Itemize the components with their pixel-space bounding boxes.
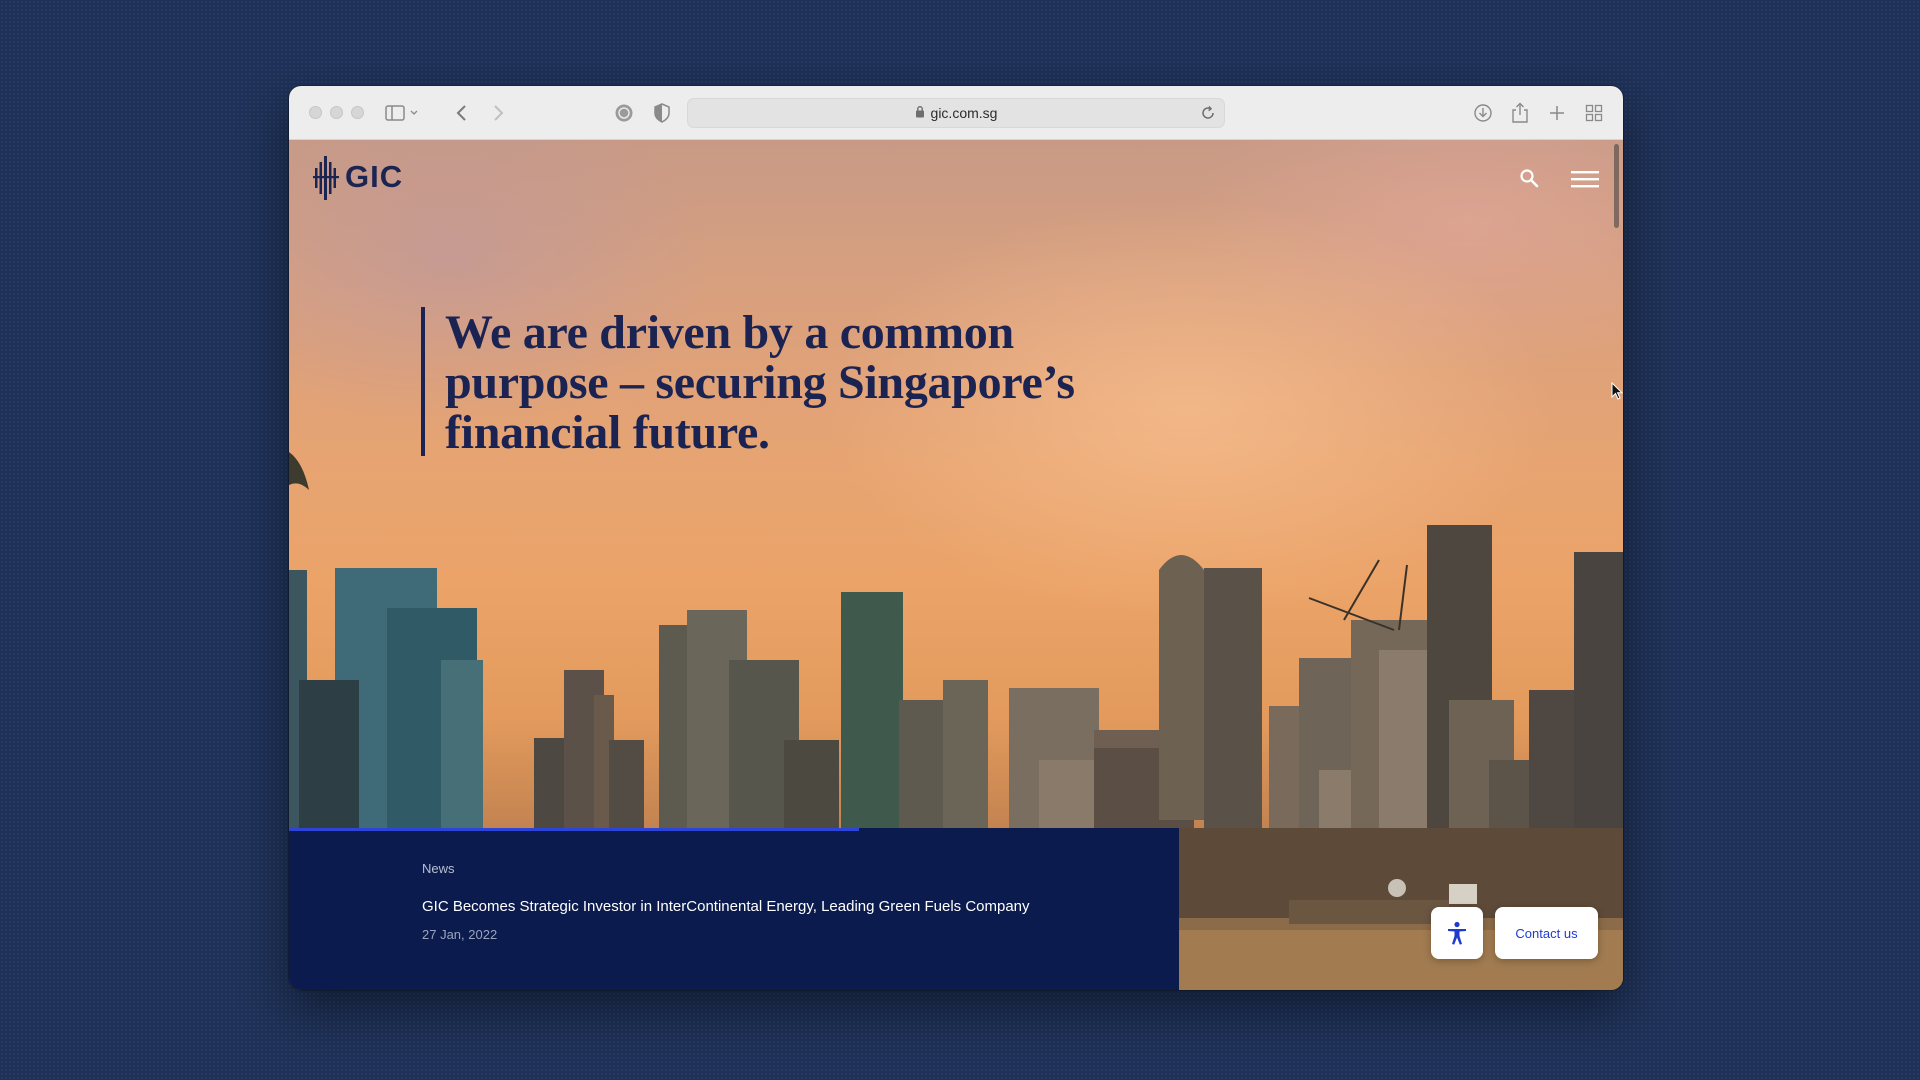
shield-icon[interactable] — [649, 100, 675, 126]
download-icon[interactable] — [1470, 100, 1496, 126]
browser-toolbar: gic.com.sg — [289, 86, 1623, 140]
web-page: GIC We are driven by a common purpose – … — [289, 140, 1623, 990]
hero-headline-line-3: financial future. — [445, 406, 770, 459]
hero-statement: We are driven by a common purpose – secu… — [421, 307, 1165, 458]
privacy-report-icon[interactable] — [611, 100, 637, 126]
reload-icon[interactable] — [1200, 105, 1216, 126]
share-icon[interactable] — [1507, 100, 1533, 126]
back-icon[interactable] — [449, 100, 475, 126]
url-text: gic.com.sg — [930, 105, 998, 121]
news-category: News — [422, 861, 455, 876]
address-bar[interactable]: gic.com.sg — [687, 98, 1225, 128]
minimize-window-button[interactable] — [330, 106, 343, 119]
accessibility-button[interactable] — [1431, 907, 1483, 959]
browser-window: gic.com.sg GIC We are driven by a common… — [289, 86, 1623, 990]
forward-icon[interactable] — [485, 100, 511, 126]
news-date: 27 Jan, 2022 — [422, 927, 498, 942]
mouse-cursor-icon — [1611, 381, 1623, 405]
lock-icon — [915, 105, 925, 121]
news-headline-link[interactable]: GIC Becomes Strategic Investor in InterC… — [422, 898, 1030, 915]
search-icon[interactable] — [1519, 168, 1541, 190]
news-progress-bar — [289, 828, 859, 831]
gic-logo[interactable]: GIC — [313, 154, 403, 200]
gic-logo-mark-icon — [313, 156, 339, 200]
sidebar-icon[interactable] — [385, 100, 419, 126]
zoom-window-button[interactable] — [351, 106, 364, 119]
new-tab-icon[interactable] — [1544, 100, 1570, 126]
gic-logo-text: GIC — [345, 159, 404, 194]
news-panel[interactable]: News GIC Becomes Strategic Investor in I… — [289, 828, 1179, 990]
hero-headline: We are driven by a common purpose – secu… — [445, 308, 1165, 458]
hamburger-menu-icon[interactable] — [1571, 169, 1599, 189]
page-scrollbar[interactable] — [1614, 144, 1619, 228]
hero-headline-line-2: purpose – securing Singapore’s — [445, 356, 1075, 409]
close-window-button[interactable] — [309, 106, 322, 119]
accessibility-icon — [1448, 921, 1466, 945]
contact-us-button[interactable]: Contact us — [1495, 907, 1598, 959]
tab-overview-icon[interactable] — [1581, 100, 1607, 126]
hero-headline-line-1: We are driven by a common — [445, 306, 1014, 359]
